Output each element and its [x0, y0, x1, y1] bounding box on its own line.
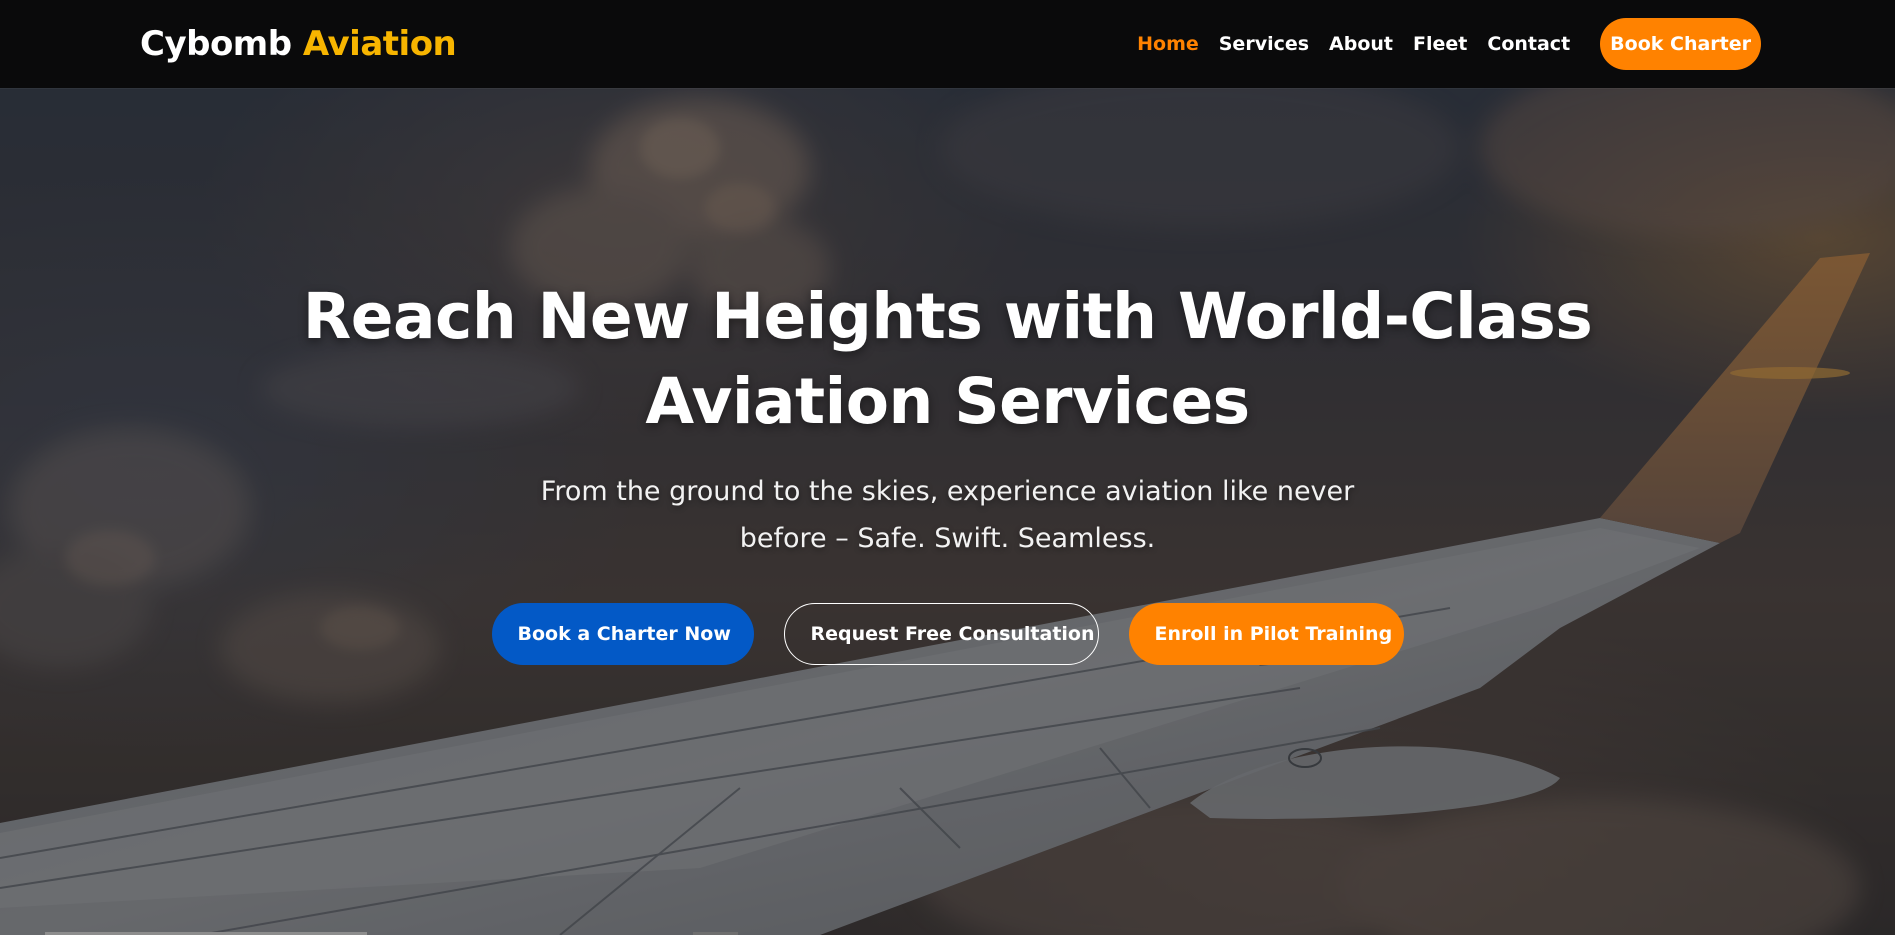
request-consultation-button[interactable]: Request Free Consultation	[783, 603, 1099, 665]
hero-button-group: Book a Charter Now Request Free Consulta…	[491, 603, 1404, 665]
hero-subtitle: From the ground to the skies, experience…	[540, 476, 1355, 554]
nav-link-home[interactable]: Home	[1137, 33, 1199, 55]
hero-content: Reach New Heights with World-Class Aviat…	[0, 88, 1895, 935]
brand-name: Cybomb	[140, 24, 292, 64]
nav-right-group: Home Services About Fleet Contact Book C…	[1137, 18, 1761, 70]
enroll-pilot-training-button[interactable]: Enroll in Pilot Training	[1128, 603, 1404, 665]
book-charter-button[interactable]: Book Charter	[1600, 18, 1761, 70]
hero-title: Reach New Heights with World-Class Aviat…	[302, 280, 1593, 438]
main-nav: Home Services About Fleet Contact	[1137, 33, 1570, 55]
brand-logo[interactable]: Cybomb Aviation	[140, 24, 457, 64]
nav-link-contact[interactable]: Contact	[1487, 33, 1570, 55]
top-navbar: Cybomb Aviation Home Services About Flee…	[0, 0, 1895, 88]
book-charter-now-button[interactable]: Book a Charter Now	[491, 603, 754, 665]
hero-section: Reach New Heights with World-Class Aviat…	[0, 88, 1895, 935]
nav-link-fleet[interactable]: Fleet	[1413, 33, 1467, 55]
nav-link-about[interactable]: About	[1329, 33, 1393, 55]
nav-link-services[interactable]: Services	[1219, 33, 1309, 55]
brand-name-accent: Aviation	[302, 24, 457, 64]
